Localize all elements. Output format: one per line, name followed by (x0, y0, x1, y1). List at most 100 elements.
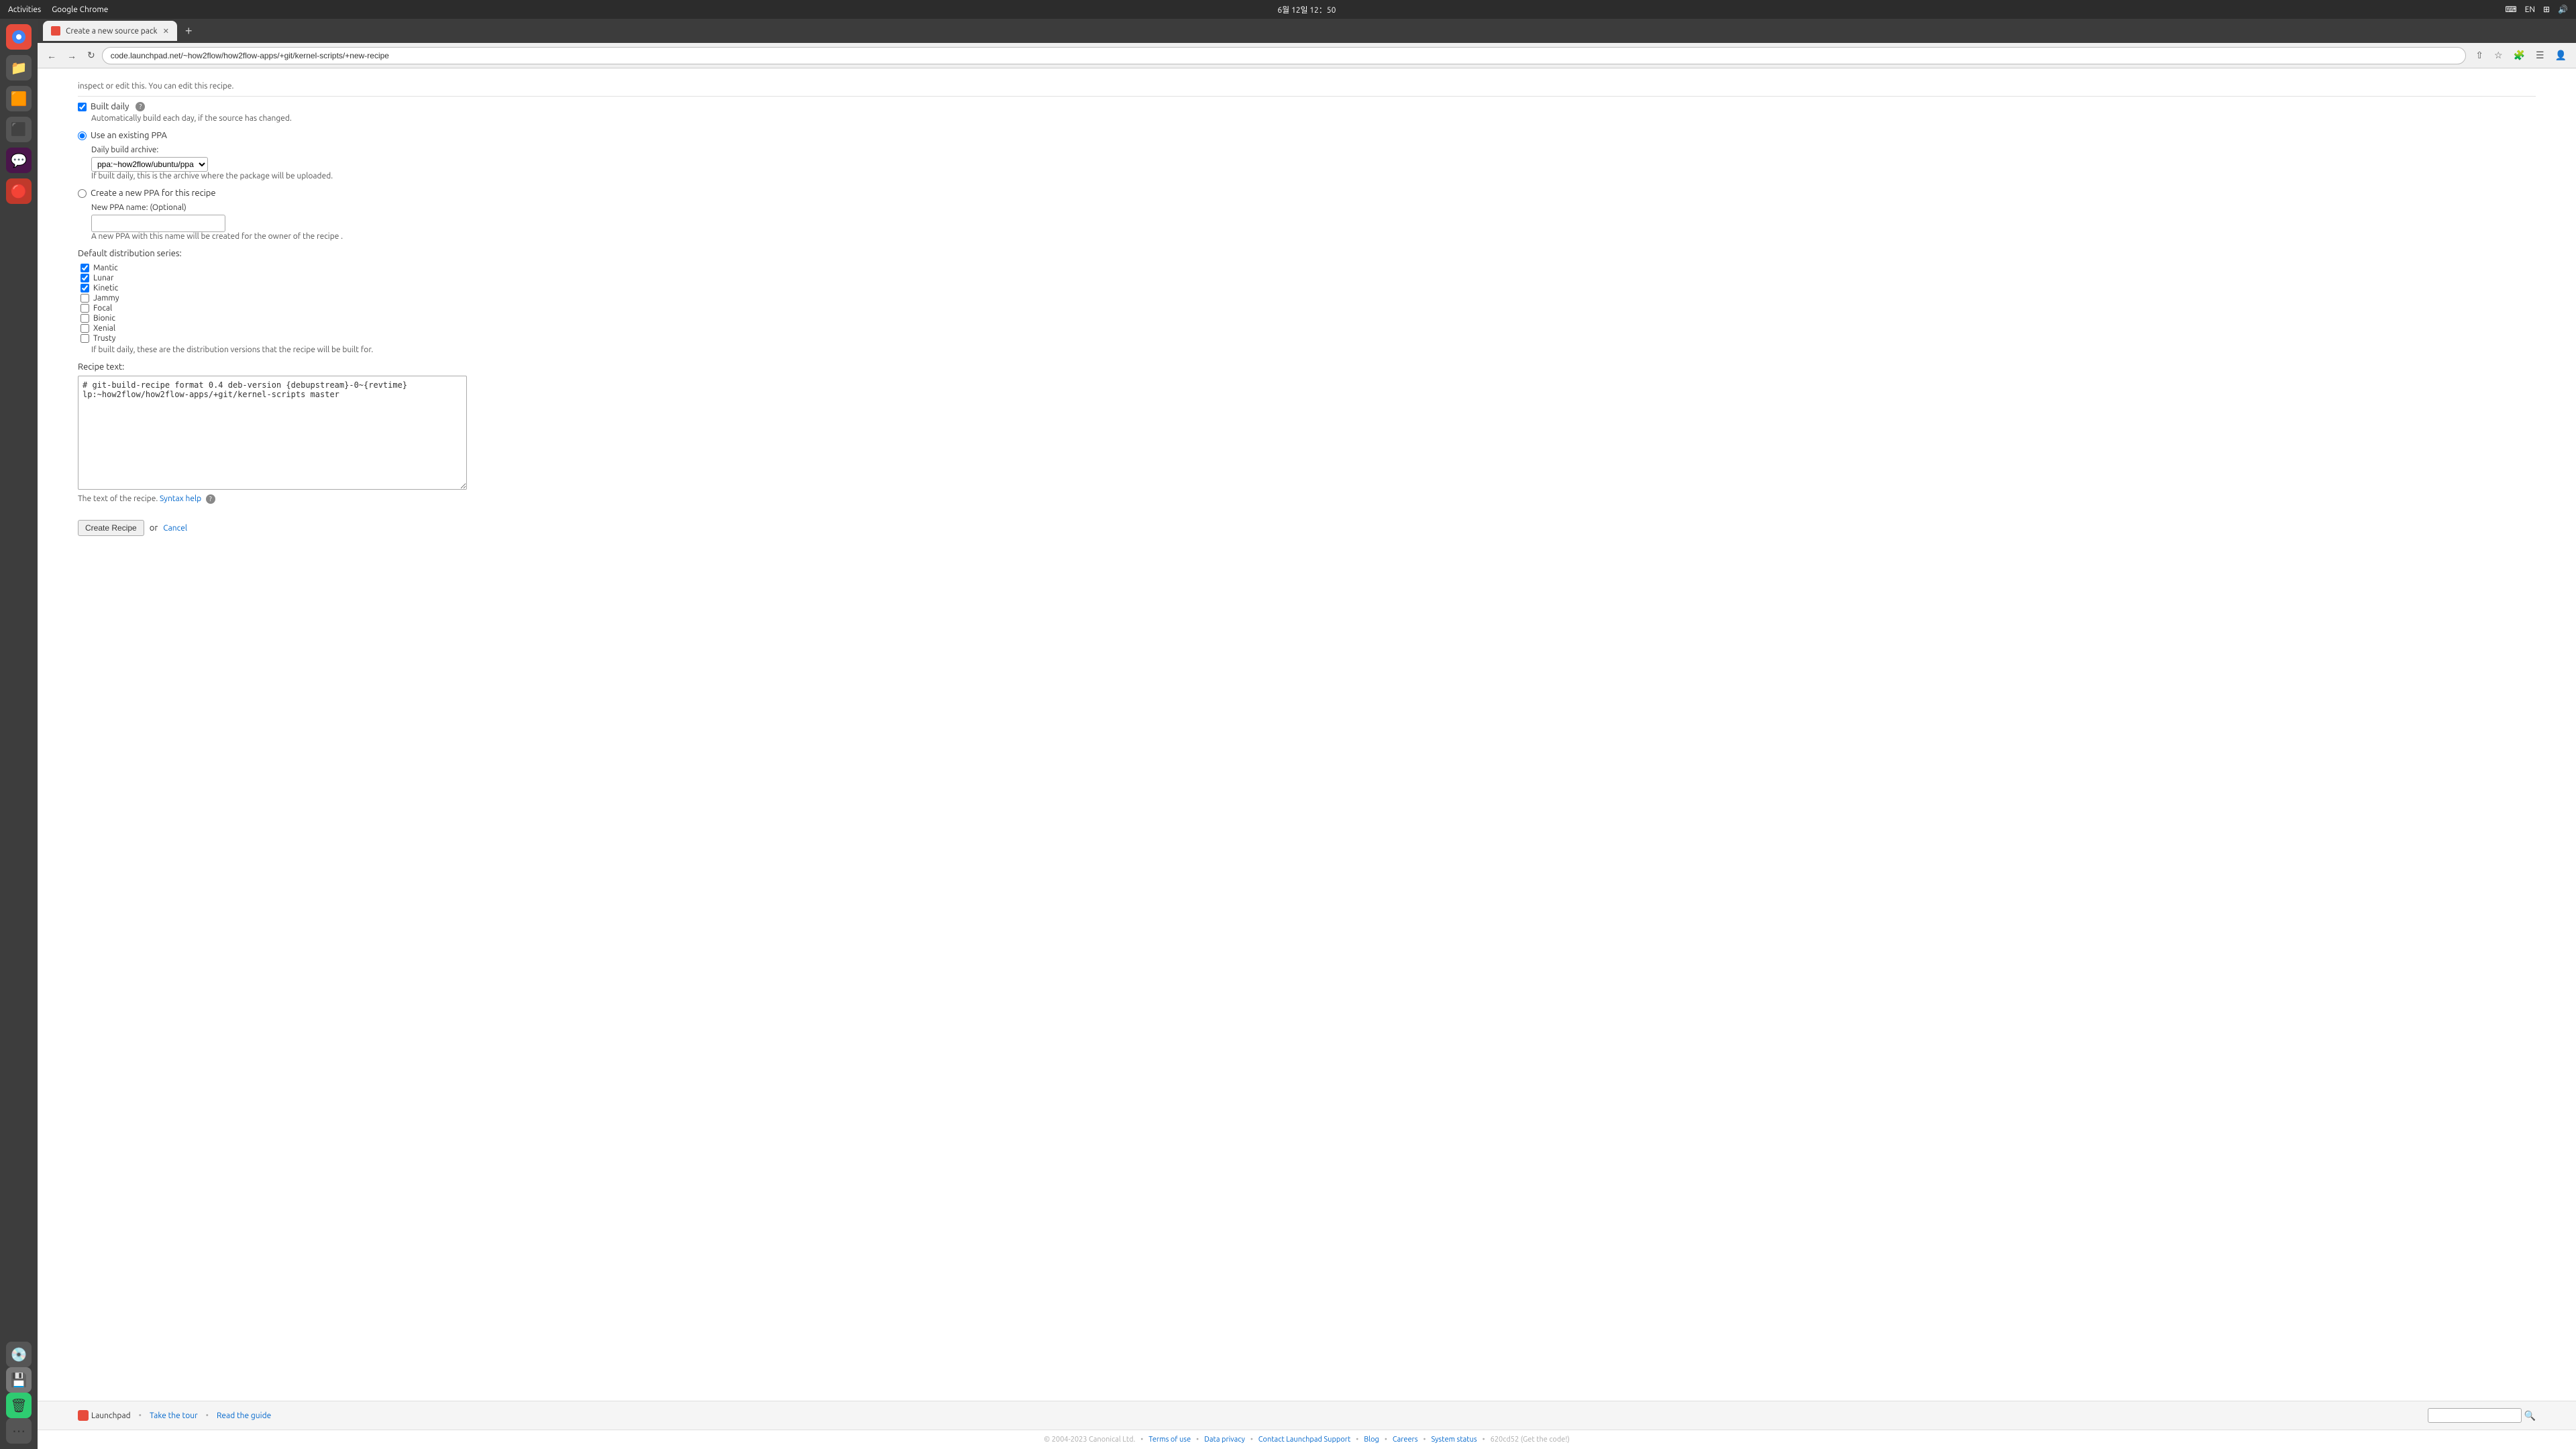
dock-slack-icon[interactable]: 💬 (6, 148, 32, 173)
series-checkbox-kinetic[interactable] (80, 284, 89, 292)
built-daily-help-icon[interactable]: ? (136, 102, 145, 111)
daily-build-archive-group: Daily build archive: ppa:~how2flow/ubunt… (91, 146, 2536, 180)
tab-title: Create a new source pack (66, 27, 158, 36)
data-privacy-link[interactable]: Data privacy (1204, 1436, 1245, 1444)
share-button[interactable]: ⇧ (2471, 47, 2487, 64)
distribution-series-item: Bionic (80, 314, 2536, 323)
new-ppa-name-group: New PPA name: (Optional) A new PPA with … (91, 203, 2536, 241)
network-icon: ⊞ (2543, 5, 2550, 14)
series-label-lunar: Lunar (93, 274, 114, 282)
new-ppa-name-label: New PPA name: (Optional) (91, 203, 2536, 212)
dock-files-icon[interactable]: 📁 (6, 55, 32, 80)
footer-search-button[interactable]: 🔍 (2524, 1410, 2536, 1421)
page-wrapper: inspect or edit this. You can edit this … (38, 68, 2576, 1449)
or-label: or (150, 523, 158, 533)
daily-build-archive-info: If built daily, this is the archive wher… (91, 172, 2536, 180)
system-status-link[interactable]: System status (1431, 1436, 1477, 1444)
series-checkbox-bionic[interactable] (80, 314, 89, 323)
os-top-bar: Activities Google Chrome 6월 12일 12：50 ⌨ … (0, 0, 2576, 19)
version-text: 620cd52 (Get the code!) (1491, 1436, 1570, 1444)
footer-search-input[interactable] (2428, 1408, 2522, 1423)
distribution-series-item: Xenial (80, 324, 2536, 333)
built-daily-row: Built daily ? (78, 102, 2536, 111)
distribution-series-list: Mantic Lunar Kinetic JammyFocalBionicXenial… (80, 264, 2536, 343)
series-label-xenial: Xenial (93, 324, 115, 333)
recipe-text-section: Recipe text: The text of the recipe. Syn… (78, 362, 2536, 504)
series-checkbox-trusty[interactable] (80, 334, 89, 343)
take-tour-link[interactable]: Take the tour (150, 1411, 198, 1420)
dock-ssd-icon[interactable]: 💾 (6, 1367, 32, 1393)
dock-chrome-icon[interactable] (6, 24, 32, 50)
bookmark-button[interactable]: ☆ (2490, 47, 2507, 64)
distribution-series-item: Jammy (80, 294, 2536, 303)
page-content: inspect or edit this. You can edit this … (38, 68, 2576, 1401)
logo-icon (78, 1410, 89, 1421)
activities-button[interactable]: Activities (8, 5, 41, 14)
distribution-series-item: Focal (80, 304, 2536, 313)
dock-terminal-icon[interactable]: ⬛ (6, 117, 32, 142)
create-new-ppa-label: Create a new PPA for this recipe (91, 189, 216, 198)
address-bar[interactable] (102, 47, 2467, 64)
sidebar-toggle-button[interactable]: ☰ (2532, 47, 2548, 64)
series-checkbox-jammy[interactable] (80, 294, 89, 303)
built-daily-checkbox[interactable] (78, 103, 87, 111)
syntax-help-icon[interactable]: ? (206, 494, 215, 504)
cancel-link[interactable]: Cancel (163, 524, 187, 533)
read-guide-link[interactable]: Read the guide (217, 1411, 271, 1420)
new-ppa-name-input[interactable] (91, 215, 225, 232)
scroll-hint-text: inspect or edit this. You can edit this … (78, 82, 2536, 91)
daily-build-archive-select[interactable]: ppa:~how2flow/ubuntu/ppa (91, 157, 208, 172)
distribution-series-item: Kinetic (80, 284, 2536, 292)
series-label-kinetic: Kinetic (93, 284, 118, 292)
footer-bar: Launchpad • Take the tour • Read the gui… (38, 1401, 2576, 1430)
launchpad-logo: Launchpad (78, 1410, 131, 1421)
create-new-ppa-radio[interactable] (78, 189, 87, 198)
use-existing-ppa-radio[interactable] (78, 131, 87, 140)
series-checkbox-lunar[interactable] (80, 274, 89, 282)
tab-close-button[interactable]: ✕ (163, 27, 169, 36)
series-label-focal: Focal (93, 304, 112, 313)
series-checkbox-focal[interactable] (80, 304, 89, 313)
extensions-button[interactable]: 🧩 (2510, 47, 2529, 64)
daily-build-archive-label: Daily build archive: (91, 146, 2536, 154)
new-tab-button[interactable]: + (180, 24, 198, 38)
footer-search: 🔍 (2428, 1408, 2536, 1423)
blog-link[interactable]: Blog (1364, 1436, 1379, 1444)
distribution-series-label: Default distribution series: (78, 249, 2536, 258)
built-daily-info: Automatically build each day, if the sou… (91, 114, 2536, 123)
new-ppa-name-info: A new PPA with this name will be created… (91, 232, 2536, 241)
series-label-mantic: Mantic (93, 264, 118, 272)
create-recipe-button[interactable]: Create Recipe (78, 520, 144, 536)
reload-button[interactable]: ↻ (83, 47, 99, 64)
distribution-series-section: Default distribution series: Mantic Lunar… (78, 249, 2536, 354)
tab-favicon (51, 26, 60, 36)
copyright-text: © 2004-2023 Canonical Ltd. (1044, 1436, 1135, 1444)
forward-button[interactable]: → (63, 48, 80, 64)
dock-apps-icon[interactable]: ⋯ (6, 1418, 32, 1444)
dock-app1-icon[interactable]: 🟧 (6, 86, 32, 111)
logo-text: Launchpad (91, 1411, 131, 1420)
terms-link[interactable]: Terms of use (1148, 1436, 1191, 1444)
tab-bar: Create a new source pack ✕ + (38, 19, 2576, 43)
dock-trash-icon[interactable]: 🗑 (6, 1393, 32, 1418)
action-bar: Create Recipe or Cancel (78, 520, 2536, 536)
use-existing-ppa-label: Use an existing PPA (91, 131, 167, 140)
keyboard-icon: ⌨ (2505, 5, 2516, 14)
syntax-help-link[interactable]: Syntax help (160, 494, 201, 503)
copyright-bar: © 2004-2023 Canonical Ltd. • Terms of us… (38, 1430, 2576, 1449)
contact-link[interactable]: Contact Launchpad Support (1258, 1436, 1350, 1444)
recipe-textarea[interactable] (78, 376, 467, 490)
careers-link[interactable]: Careers (1393, 1436, 1418, 1444)
dock-app2-icon[interactable]: 🔴 (6, 178, 32, 204)
profile-button[interactable]: 👤 (2551, 47, 2571, 64)
browser-window: Create a new source pack ✕ + ← → ↻ ⇧ ☆ 🧩… (38, 19, 2576, 1449)
series-checkbox-mantic[interactable] (80, 264, 89, 272)
back-button[interactable]: ← (43, 48, 60, 64)
series-label-trusty: Trusty (93, 334, 115, 343)
active-tab[interactable]: Create a new source pack ✕ (43, 21, 177, 41)
use-existing-ppa-row: Use an existing PPA (78, 131, 2536, 140)
lang-indicator[interactable]: EN (2525, 5, 2535, 14)
series-checkbox-xenial[interactable] (80, 324, 89, 333)
dock-disks-icon[interactable]: 💿 (6, 1342, 32, 1367)
series-label-bionic: Bionic (93, 314, 115, 323)
